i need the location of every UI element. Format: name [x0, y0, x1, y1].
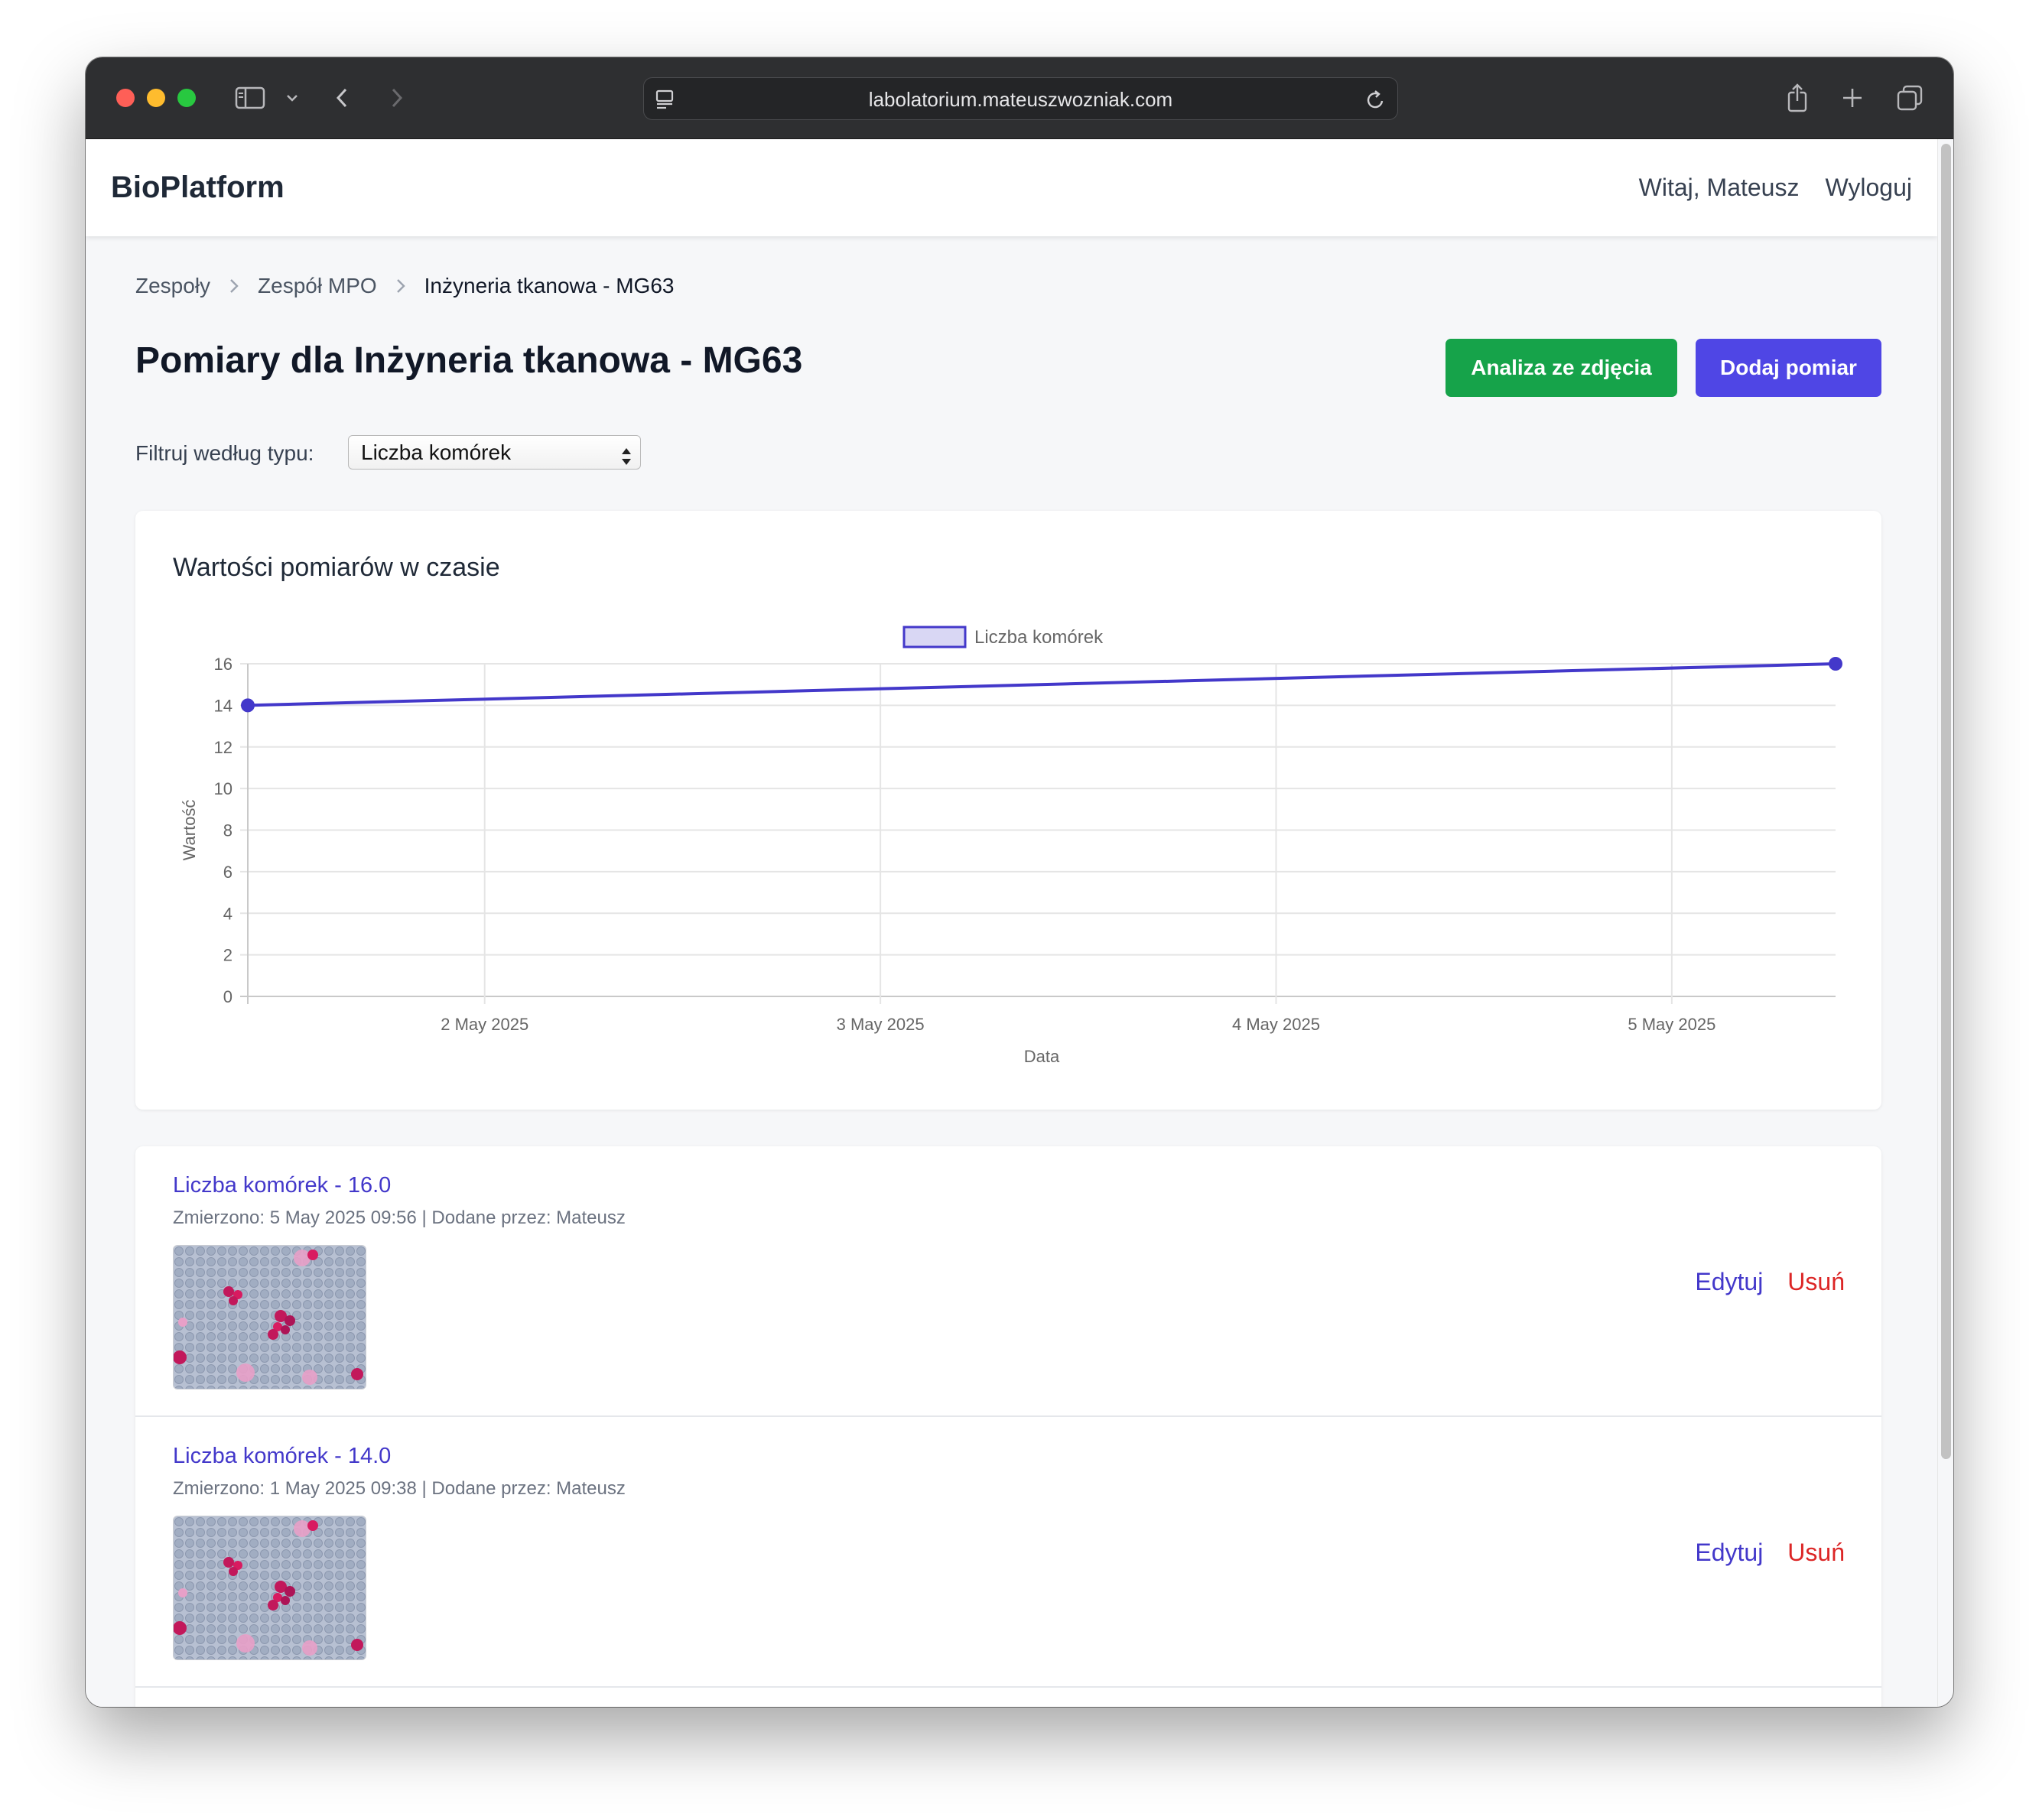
- y-axis-title: Wartość: [180, 800, 199, 861]
- close-window-button[interactable]: [116, 89, 135, 107]
- x-tick-label: 2 May 2025: [441, 1015, 528, 1034]
- x-tick-label: 4 May 2025: [1232, 1015, 1320, 1034]
- measurement-photo-thumbnail[interactable]: [173, 1516, 366, 1660]
- chevron-right-icon: [395, 278, 406, 294]
- measurement-item: Liczba komórek - 16.0 Zmierzono: 5 May 2…: [135, 1146, 1881, 1417]
- measurement-title[interactable]: Liczba komórek - 14.0: [173, 1444, 391, 1469]
- data-point: [1829, 657, 1842, 671]
- y-tick-label: 10: [214, 779, 233, 798]
- data-point: [241, 698, 255, 713]
- measurement-photo-thumbnail[interactable]: [173, 1245, 366, 1389]
- y-tick-label: 14: [214, 696, 233, 715]
- zoom-window-button[interactable]: [177, 89, 196, 107]
- measurement-meta: Zmierzono: 1 May 2025 09:38 | Dodane prz…: [173, 1478, 626, 1499]
- breadcrumb: Zespoły Zespół MPO Inżyneria tkanowa - M…: [135, 271, 674, 301]
- select-arrows-icon: [620, 443, 633, 476]
- sidebar-toggle-icon[interactable]: [233, 79, 268, 117]
- web-page: BioPlatform Witaj, Mateusz Wyloguj Zespo…: [86, 139, 1937, 1707]
- measurement-item: Liczba komórek - 14.0 Zmierzono: 1 May 2…: [135, 1417, 1881, 1688]
- new-tab-icon[interactable]: [1837, 79, 1868, 117]
- delete-link[interactable]: Usuń: [1787, 1539, 1845, 1567]
- breadcrumb-item-teams[interactable]: Zespoły: [135, 274, 210, 298]
- series-line: [247, 662, 1836, 707]
- y-tick-label: 4: [223, 904, 233, 923]
- x-tick-label: 3 May 2025: [837, 1015, 925, 1034]
- logout-link[interactable]: Wyloguj: [1825, 174, 1912, 202]
- tab-overview-icon[interactable]: [1894, 79, 1925, 117]
- measurement-meta: Zmierzono: 5 May 2025 09:56 | Dodane prz…: [173, 1207, 626, 1228]
- back-icon[interactable]: [330, 79, 353, 117]
- page-scrollbar[interactable]: [1937, 139, 1953, 1707]
- y-tick-label: 16: [214, 655, 233, 674]
- add-measurement-button[interactable]: Dodaj pomiar: [1696, 339, 1881, 397]
- delete-link[interactable]: Usuń: [1787, 1268, 1845, 1296]
- y-tick-label: 2: [223, 946, 233, 965]
- y-tick-label: 0: [223, 987, 233, 1006]
- browser-toolbar: labolatorium.mateuszwozniak.com: [86, 57, 1953, 139]
- legend-label: Liczba komórek: [974, 627, 1104, 648]
- x-axis-title: Data: [1024, 1047, 1060, 1066]
- address-bar[interactable]: labolatorium.mateuszwozniak.com: [643, 77, 1398, 120]
- url-text: labolatorium.mateuszwozniak.com: [868, 88, 1173, 111]
- filter-label: Filtruj według typu:: [135, 441, 314, 465]
- minimize-window-button[interactable]: [147, 89, 165, 107]
- edit-link[interactable]: Edytuj: [1695, 1539, 1763, 1567]
- top-navbar: BioPlatform Witaj, Mateusz Wyloguj: [86, 139, 1937, 236]
- select-value: Liczba komórek: [361, 440, 512, 464]
- brand-logo-text[interactable]: BioPlatform: [111, 139, 285, 236]
- chevron-right-icon: [229, 278, 239, 294]
- measurement-type-select[interactable]: Liczba komórek: [348, 435, 641, 470]
- y-tick-label: 6: [223, 863, 233, 882]
- x-tick-label: 5 May 2025: [1628, 1015, 1715, 1034]
- page-title: Pomiary dla Inżyneria tkanowa - MG63: [135, 340, 803, 381]
- share-icon[interactable]: [1782, 79, 1813, 117]
- y-tick-label: 12: [214, 738, 233, 757]
- analyze-photo-button[interactable]: Analiza ze zdjęcia: [1446, 339, 1677, 397]
- chevron-down-icon[interactable]: [283, 79, 301, 117]
- legend-swatch: [902, 626, 967, 648]
- forward-icon[interactable]: [385, 79, 408, 117]
- measurements-list: Liczba komórek - 16.0 Zmierzono: 5 May 2…: [135, 1146, 1881, 1707]
- measurement-title[interactable]: Liczba komórek - 16.0: [173, 1173, 391, 1198]
- edit-link[interactable]: Edytuj: [1695, 1268, 1763, 1296]
- breadcrumb-item-team[interactable]: Zespół MPO: [258, 274, 377, 298]
- chart-card: Wartości pomiarów w czasie 0 2 4 6 8 10 12 14 16…: [135, 511, 1881, 1110]
- browser-window: labolatorium.mateuszwozniak.com BioPlatf…: [86, 57, 1953, 1707]
- line-chart: 0 2 4 6 8 10 12 14 16 2 May 2025 3 May 2025 4 May 2…: [180, 626, 1842, 1066]
- y-tick-label: 8: [223, 821, 233, 840]
- user-greeting: Witaj, Mateusz: [1638, 174, 1800, 201]
- reload-icon[interactable]: [1365, 88, 1387, 115]
- breadcrumb-item-current: Inżyneria tkanowa - MG63: [424, 274, 675, 297]
- scrollbar-thumb[interactable]: [1941, 144, 1951, 1459]
